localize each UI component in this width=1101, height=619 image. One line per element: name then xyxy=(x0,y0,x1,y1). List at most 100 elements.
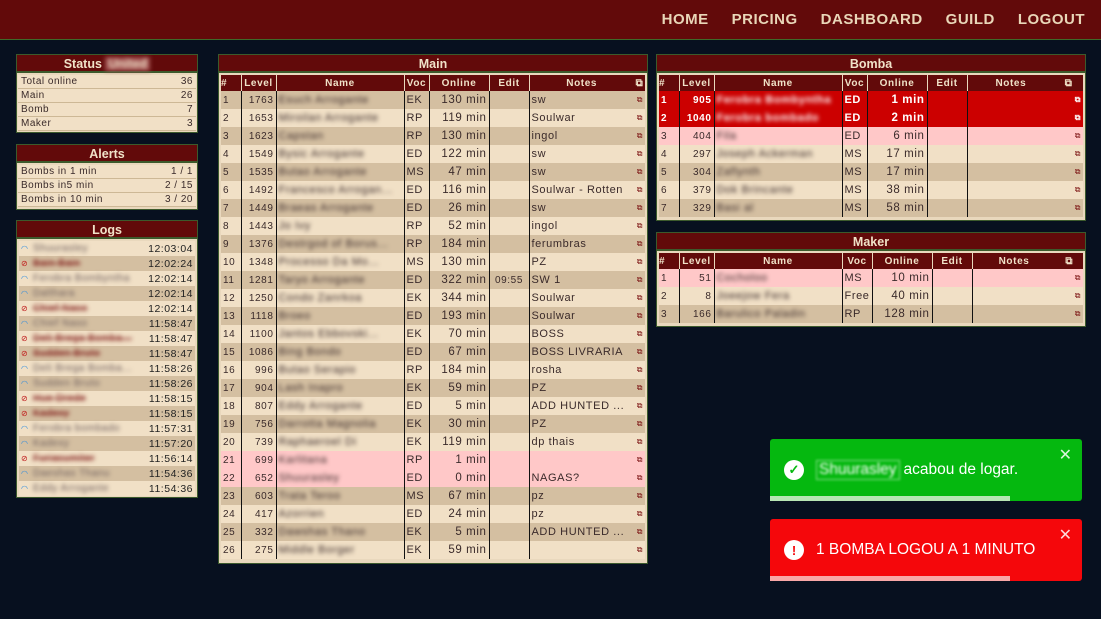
note-icon[interactable]: ⧉ xyxy=(633,379,645,397)
note-icon[interactable]: ⧉ xyxy=(1055,305,1083,323)
edit-time[interactable] xyxy=(926,163,967,181)
notes[interactable] xyxy=(966,145,1055,163)
edit-time[interactable] xyxy=(488,469,529,487)
edit-time[interactable] xyxy=(488,397,529,415)
note-icon[interactable]: ⧉ xyxy=(1054,199,1083,217)
notes[interactable]: ingol xyxy=(528,217,634,235)
nav-guild[interactable]: GUILD xyxy=(946,11,995,28)
edit-time[interactable] xyxy=(488,253,529,271)
note-icon[interactable]: ⧉ xyxy=(1054,163,1083,181)
notes[interactable] xyxy=(971,269,1056,287)
notes[interactable] xyxy=(966,127,1055,145)
notes[interactable] xyxy=(966,109,1055,127)
edit-time[interactable] xyxy=(488,451,529,469)
edit-time[interactable] xyxy=(931,287,973,305)
notes[interactable]: sw xyxy=(528,199,634,217)
edit-time[interactable] xyxy=(488,127,529,145)
note-icon[interactable]: ⧉ xyxy=(633,325,645,343)
notes[interactable]: pz xyxy=(528,505,634,523)
edit-time[interactable] xyxy=(488,433,529,451)
notes[interactable]: BOSS xyxy=(528,325,634,343)
nav-pricing[interactable]: PRICING xyxy=(732,11,798,28)
edit-time[interactable] xyxy=(488,541,529,559)
note-icon[interactable]: ⧉ xyxy=(1055,287,1083,305)
note-icon[interactable]: ⧉ xyxy=(633,289,645,307)
notes[interactable]: pz xyxy=(528,487,634,505)
nav-dashboard[interactable]: DASHBOARD xyxy=(821,11,923,28)
edit-time[interactable] xyxy=(488,145,529,163)
note-icon[interactable]: ⧉ xyxy=(633,541,645,559)
note-icon[interactable]: ⧉ xyxy=(1054,145,1083,163)
edit-time[interactable] xyxy=(926,145,967,163)
edit-time[interactable] xyxy=(926,181,967,199)
edit-time[interactable] xyxy=(488,523,529,541)
note-icon[interactable]: ⧉ xyxy=(633,397,645,415)
edit-time[interactable] xyxy=(488,343,529,361)
notes[interactable]: Soulwar xyxy=(528,109,634,127)
notes[interactable]: dp thais xyxy=(528,433,634,451)
notes[interactable]: ADD HUNTED ... xyxy=(528,397,634,415)
notes[interactable]: BOSS LIVRARIA xyxy=(528,343,634,361)
notes[interactable]: rosha xyxy=(528,361,634,379)
note-icon[interactable]: ⧉ xyxy=(633,433,645,451)
note-icon[interactable]: ⧉ xyxy=(633,109,645,127)
note-icon[interactable]: ⧉ xyxy=(1055,269,1083,287)
note-icon[interactable]: ⧉ xyxy=(633,361,645,379)
note-icon[interactable]: ⧉ xyxy=(633,127,645,145)
edit-time[interactable] xyxy=(488,91,529,109)
note-icon[interactable]: ⧉ xyxy=(1054,109,1083,127)
edit-time[interactable] xyxy=(488,109,529,127)
notes[interactable]: sw xyxy=(528,91,634,109)
note-icon[interactable]: ⧉ xyxy=(633,235,645,253)
note-icon[interactable]: ⧉ xyxy=(633,181,645,199)
note-icon[interactable]: ⧉ xyxy=(633,505,645,523)
nav-home[interactable]: HOME xyxy=(662,11,709,28)
notes[interactable]: SW 1 xyxy=(528,271,634,289)
notes[interactable] xyxy=(971,287,1056,305)
note-icon[interactable]: ⧉ xyxy=(633,91,645,109)
edit-time[interactable] xyxy=(488,307,529,325)
notes[interactable] xyxy=(971,305,1056,323)
note-icon[interactable]: ⧉ xyxy=(633,199,645,217)
edit-time[interactable] xyxy=(488,361,529,379)
notes[interactable] xyxy=(966,181,1055,199)
notes[interactable]: ingol xyxy=(528,127,634,145)
note-icon[interactable]: ⧉ xyxy=(633,163,645,181)
notes[interactable]: ferumbras xyxy=(528,235,634,253)
note-icon[interactable]: ⧉ xyxy=(1054,127,1083,145)
note-icon[interactable]: ⧉ xyxy=(633,415,645,433)
edit-time[interactable] xyxy=(488,181,529,199)
note-icon[interactable]: ⧉ xyxy=(633,307,645,325)
notes[interactable]: PZ xyxy=(528,379,634,397)
notes[interactable] xyxy=(966,163,1055,181)
note-icon[interactable]: ⧉ xyxy=(633,271,645,289)
note-icon[interactable]: ⧉ xyxy=(633,451,645,469)
edit-time[interactable] xyxy=(488,235,529,253)
notes[interactable]: PZ xyxy=(528,415,634,433)
close-icon[interactable]: ✕ xyxy=(1059,445,1072,465)
edit-time[interactable]: 09:55 xyxy=(488,271,529,289)
notes[interactable] xyxy=(528,451,634,469)
edit-time[interactable] xyxy=(488,415,529,433)
notes[interactable]: Soulwar xyxy=(528,289,634,307)
note-icon[interactable]: ⧉ xyxy=(633,343,645,361)
edit-time[interactable] xyxy=(931,269,973,287)
note-icon[interactable]: ⧉ xyxy=(1054,181,1083,199)
notes[interactable]: ADD HUNTED ... xyxy=(528,523,634,541)
edit-time[interactable] xyxy=(931,305,973,323)
note-icon[interactable]: ⧉ xyxy=(633,469,645,487)
edit-time[interactable] xyxy=(488,199,529,217)
notes[interactable]: Soulwar xyxy=(528,307,634,325)
note-icon[interactable]: ⧉ xyxy=(633,523,645,541)
nav-logout[interactable]: LOGOUT xyxy=(1018,11,1085,28)
edit-time[interactable] xyxy=(488,379,529,397)
notes[interactable]: NAGAS? xyxy=(528,469,634,487)
close-icon[interactable]: ✕ xyxy=(1059,525,1072,545)
edit-time[interactable] xyxy=(488,163,529,181)
edit-time[interactable] xyxy=(926,199,967,217)
notes[interactable] xyxy=(966,91,1055,109)
note-icon[interactable]: ⧉ xyxy=(633,487,645,505)
notes[interactable]: sw xyxy=(528,163,634,181)
notes[interactable] xyxy=(528,541,634,559)
notes[interactable]: PZ xyxy=(528,253,634,271)
